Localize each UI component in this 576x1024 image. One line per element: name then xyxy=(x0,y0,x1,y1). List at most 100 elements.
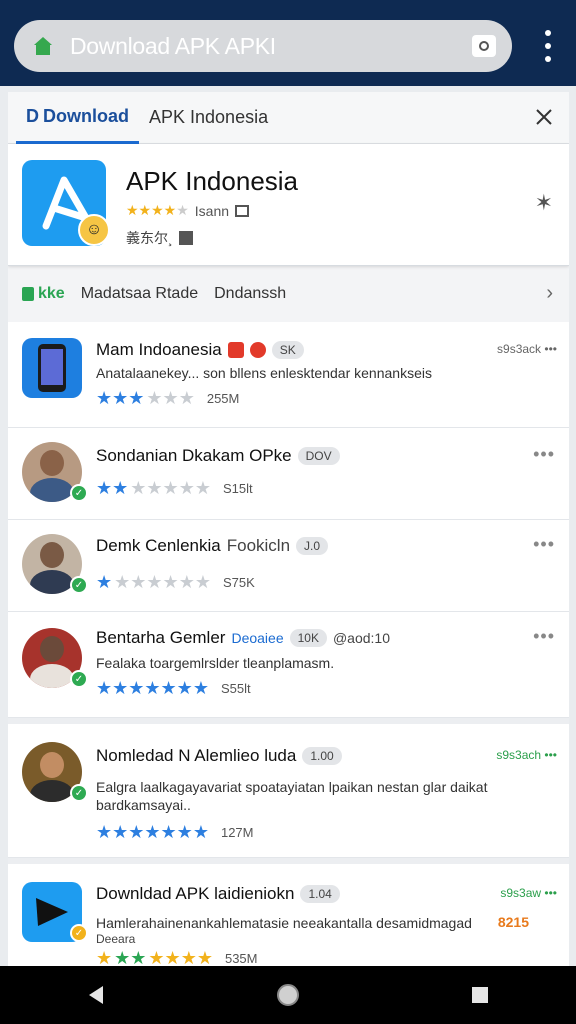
play-icon xyxy=(22,287,34,301)
recents-icon[interactable] xyxy=(460,975,500,1015)
verified-icon: ✓ xyxy=(70,784,88,802)
item-link[interactable]: Deoaiee xyxy=(231,630,283,646)
rating-stars: ★★★★★★★ 127M xyxy=(96,822,254,842)
more-options-icon[interactable]: ••• xyxy=(533,444,555,465)
item-meta: s9s3ack ••• xyxy=(497,342,557,356)
item-chip: DOV xyxy=(297,447,340,465)
subtab-trade[interactable]: Madatsaa Rtade xyxy=(81,285,198,303)
item-meta-text: s9s3ack xyxy=(497,342,542,356)
item-size: 127M xyxy=(220,825,254,840)
address-bar[interactable]: Download APK APKI xyxy=(14,20,512,72)
verified-icon: ✓ xyxy=(70,484,88,502)
app-list: Mam Indoanesia SK s9s3ack ••• Anatalaane… xyxy=(8,322,569,966)
app-subtitle: 義东尔¸ xyxy=(126,228,193,248)
verified-icon: ✓ xyxy=(70,670,88,688)
list-item[interactable]: ✓ Demk Cenlenkia Fookicln J.0 ••• ★ ★★★★★… xyxy=(8,520,569,612)
more-options-icon[interactable]: ••• xyxy=(533,626,555,647)
url-text[interactable]: Download APK APKI xyxy=(70,33,472,60)
item-title: Demk Cenlenkia Fookicln J.0 xyxy=(96,536,329,556)
rating-stars: ★★★★★ xyxy=(126,202,189,218)
page-content: D Download APK Indonesia ☺ APK Indonesia… xyxy=(8,92,569,966)
item-chip: 1.04 xyxy=(300,885,340,903)
item-meta: s9s3ach ••• xyxy=(496,748,557,762)
item-size: S15lt xyxy=(222,481,253,496)
home-circle-icon[interactable] xyxy=(268,975,308,1015)
expand-icon xyxy=(178,231,193,245)
item-title-text: Downldad APK laidieniokn xyxy=(96,884,295,903)
verified-icon: ✓ xyxy=(70,924,88,942)
item-meta: s9s3aw ••• xyxy=(500,886,557,900)
tab-bar: D Download APK Indonesia xyxy=(8,92,569,144)
app-subtitle-text: 義东尔¸ xyxy=(126,230,173,246)
filter-tabs: kke Madatsaa Rtade Dndanssh › xyxy=(8,266,569,322)
item-title: Downldad APK laidieniokn 1.04 xyxy=(96,884,340,904)
item-size: 535M xyxy=(224,951,258,966)
emoji-badge-icon xyxy=(249,342,266,358)
item-meta-text: s9s3aw xyxy=(500,886,542,900)
item-title: Sondanian Dkakam OPke DOV xyxy=(96,446,340,466)
item-size: S75K xyxy=(222,575,255,590)
rating-stars: ★ ★★★★★★ S75K xyxy=(96,572,255,592)
flag-badge-icon xyxy=(227,342,244,358)
item-title-text: Demk Cenlenkia xyxy=(96,536,221,555)
list-item[interactable]: ✓ Sondanian Dkakam OPke DOV ••• ★★ ★★★★★ … xyxy=(8,428,569,520)
item-chip: 10K xyxy=(289,629,327,647)
rating-stars: ★★ ★★★★★ S15lt xyxy=(96,478,253,498)
rating-stars: ★★★★★★★ S55lt xyxy=(96,678,251,698)
image-icon xyxy=(235,204,250,217)
item-title-text: Nomledad N Alemlieo luda xyxy=(96,746,297,765)
rating-stars: ★★★ ★★★ 255M xyxy=(96,388,240,408)
item-chip: SK xyxy=(271,341,304,359)
item-size: S55lt xyxy=(220,681,251,696)
item-meta-text: s9s3ach xyxy=(496,748,542,762)
rating-stars: ★ ★★ ★★★★ 535M xyxy=(96,948,258,966)
tab-switcher-icon[interactable] xyxy=(472,35,496,57)
chevron-right-icon[interactable]: › xyxy=(546,282,553,305)
browser-toolbar: Download APK APKI xyxy=(0,0,576,86)
app-header-card: ☺ APK Indonesia ★★★★★ Isann 義东尔¸ ✶ xyxy=(8,144,569,266)
phone-icon xyxy=(38,344,66,392)
item-title-extra: Fookicln xyxy=(226,536,291,555)
list-item[interactable]: ✓ Downldad APK laidieniokn 1.04 s9s3aw •… xyxy=(8,864,569,966)
tab-download-label: Download xyxy=(43,105,129,126)
rating-text: Isann xyxy=(194,202,230,219)
list-item[interactable]: Mam Indoanesia SK s9s3ack ••• Anatalaane… xyxy=(8,322,569,428)
subtab-dndanssh[interactable]: Dndanssh xyxy=(214,285,286,303)
item-title-text: Mam Indoanesia xyxy=(96,340,222,359)
item-title: Mam Indoanesia SK xyxy=(96,340,304,360)
item-title: Bentarha Gemler Deoaiee 10K @aod:10 xyxy=(96,628,390,648)
item-badge: 8215 xyxy=(497,914,529,930)
item-size: 255M xyxy=(206,391,240,406)
item-description: Fealaka toargemlrslder tleanplamasm. xyxy=(96,655,335,671)
system-navbar xyxy=(0,966,576,1024)
subtab-kke-label: kke xyxy=(38,285,65,302)
more-options-icon[interactable]: ••• xyxy=(533,534,555,555)
list-item[interactable]: ✓ Bentarha Gemler Deoaiee 10K @aod:10 ••… xyxy=(8,612,569,718)
pin-icon[interactable]: ✶ xyxy=(535,190,553,216)
item-chip: J.0 xyxy=(296,537,329,555)
back-icon[interactable] xyxy=(76,975,116,1015)
app-rating: ★★★★★ Isann xyxy=(126,202,250,219)
item-chip: 1.00 xyxy=(302,747,342,765)
item-extra: @aod:10 xyxy=(332,630,391,646)
item-title-text: Sondanian Dkakam OPke xyxy=(96,446,292,465)
item-description: Ealgra laalkagayavariat spoatayiatan lpa… xyxy=(96,779,488,813)
tab-apk-indonesia[interactable]: APK Indonesia xyxy=(139,92,278,144)
item-description-2: Deeara xyxy=(96,932,136,946)
app-icon xyxy=(22,338,82,398)
verified-icon: ✓ xyxy=(70,576,88,594)
item-description-text: Hamlerahainenankahlematasie neeakantalla… xyxy=(96,915,472,931)
close-icon[interactable] xyxy=(531,104,557,130)
item-description: Anatalaanekey... son bllens enlesktendar… xyxy=(96,365,432,381)
home-icon[interactable] xyxy=(30,33,56,59)
item-description: Hamlerahainenankahlematasie neeakantalla… xyxy=(96,914,509,932)
item-title-text: Bentarha Gemler xyxy=(96,628,226,647)
app-title: APK Indonesia xyxy=(126,166,299,196)
tab-download[interactable]: D Download xyxy=(16,92,139,144)
tab-download-prefix: D xyxy=(26,105,39,126)
item-title: Nomledad N Alemlieo luda 1.00 xyxy=(96,746,342,766)
list-item[interactable]: ✓ Nomledad N Alemlieo luda 1.00 s9s3ach … xyxy=(8,724,569,858)
emoji-face-icon: ☺ xyxy=(78,214,110,246)
subtab-kke[interactable]: kke xyxy=(22,285,65,303)
overflow-menu-icon[interactable] xyxy=(538,30,558,62)
